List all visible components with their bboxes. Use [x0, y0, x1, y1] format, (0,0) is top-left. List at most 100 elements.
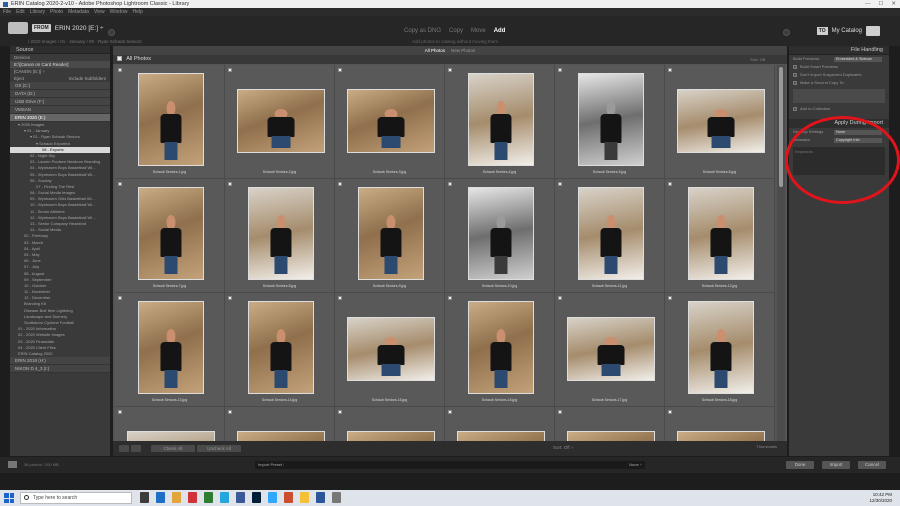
import-preset-select[interactable]: Import Preset : None ÷	[255, 461, 645, 469]
mode-add[interactable]: Add	[494, 28, 506, 34]
taskbar-clock[interactable]: 10:42 PM 12/30/2020	[869, 492, 892, 504]
photo-checkbox[interactable]	[668, 182, 672, 186]
photo-cell[interactable]: Schaub Seniors-8.jpg	[225, 179, 335, 293]
photo-thumbnail[interactable]	[468, 187, 534, 280]
second-copy-checkbox[interactable]: Make a Second Copy To:	[789, 79, 889, 87]
build-previews-select[interactable]: Embedded & Sidecar	[834, 56, 882, 62]
photo-cell[interactable]: Schaub Seniors-17.jpg	[555, 293, 665, 407]
menu-library[interactable]: Library	[30, 8, 45, 16]
photo-checkbox[interactable]	[228, 68, 232, 72]
source-name[interactable]: ERIN 2020 [E:] ÷	[55, 25, 104, 32]
photo-thumbnail[interactable]	[578, 187, 644, 280]
uncheck-all-button[interactable]: Uncheck All	[197, 445, 241, 452]
photo-thumbnail[interactable]	[468, 73, 534, 166]
volume-item[interactable]: ERIN 2018 (H:)	[10, 357, 110, 366]
taskbar-search-input[interactable]: Type here to search	[20, 492, 132, 504]
photo-cell[interactable]	[665, 407, 775, 441]
taskbar-app-icon[interactable]	[204, 492, 213, 503]
minimize-button[interactable]: —	[865, 0, 871, 8]
tab-new-photos[interactable]: New Photos	[451, 46, 475, 55]
taskbar-app-icon[interactable]	[316, 492, 325, 503]
device-item-2[interactable]: [CANON (E:)] ÷	[10, 68, 110, 75]
volume-item[interactable]: OS (C:)	[10, 82, 110, 90]
photo-cell[interactable]: Schaub Seniors-4.jpg	[445, 65, 555, 179]
taskbar-app-icon[interactable]	[236, 492, 245, 503]
import-source[interactable]: FROM ERIN 2020 [E:] ÷	[8, 22, 103, 34]
taskbar-app-icon[interactable]	[156, 492, 165, 503]
photo-checkbox[interactable]	[118, 410, 122, 414]
volume-item[interactable]: USB Drive (F:)	[10, 98, 110, 106]
photo-checkbox[interactable]	[558, 68, 562, 72]
photo-checkbox[interactable]	[118, 182, 122, 186]
photo-checkbox[interactable]	[338, 296, 342, 300]
import-destination[interactable]: TO My Catalog	[816, 26, 880, 36]
menu-view[interactable]: View	[94, 8, 105, 16]
photo-cell[interactable]: Schaub Seniors-1.jpg	[115, 65, 225, 179]
volume-item[interactable]: NIKON D 4_3 (I:)	[10, 365, 110, 374]
mode-move[interactable]: Move	[471, 28, 486, 34]
filmstrip-icon[interactable]	[8, 461, 17, 468]
photo-cell[interactable]: Schaub Seniors-18.jpg	[665, 293, 775, 407]
photo-cell[interactable]	[115, 407, 225, 441]
mode-copy[interactable]: Copy	[449, 28, 463, 34]
photo-checkbox[interactable]	[558, 182, 562, 186]
photo-checkbox[interactable]	[118, 296, 122, 300]
menu-photo[interactable]: Photo	[50, 8, 63, 16]
menu-metadata[interactable]: Metadata	[68, 8, 89, 16]
photo-checkbox[interactable]	[448, 296, 452, 300]
duplicates-checkbox[interactable]: Don't Import Suspected Duplicates	[789, 71, 889, 79]
photo-thumbnail[interactable]	[567, 431, 655, 441]
photo-thumbnail[interactable]	[138, 301, 204, 394]
photo-thumbnail[interactable]	[688, 301, 754, 394]
right-arrow-icon[interactable]	[783, 29, 790, 36]
photo-thumbnail[interactable]	[347, 89, 435, 153]
photo-cell[interactable]: Schaub Seniors-16.jpg	[445, 293, 555, 407]
photo-cell[interactable]: Schaub Seniors-15.jpg	[335, 293, 445, 407]
menu-window[interactable]: Window	[110, 8, 128, 16]
grid-scrollbar[interactable]	[777, 65, 785, 441]
photo-thumbnail[interactable]	[358, 187, 424, 280]
photo-thumbnail[interactable]	[468, 301, 534, 394]
mode-copy-dng[interactable]: Copy as DNG	[404, 28, 441, 34]
photo-thumbnail[interactable]	[578, 73, 644, 166]
check-all-button[interactable]: Check All	[151, 445, 195, 452]
taskbar-app-icon[interactable]	[172, 492, 181, 503]
volume-item[interactable]: DATA (D:)	[10, 90, 110, 98]
photo-cell[interactable]: Schaub Seniors-6.jpg	[665, 65, 775, 179]
photo-checkbox[interactable]	[228, 296, 232, 300]
file-handling-header[interactable]: File Handling	[789, 46, 889, 55]
photo-thumbnail[interactable]	[248, 301, 314, 394]
menu-help[interactable]: Help	[132, 8, 142, 16]
photo-checkbox[interactable]	[448, 68, 452, 72]
photo-checkbox[interactable]	[228, 410, 232, 414]
photo-checkbox[interactable]	[448, 182, 452, 186]
photo-cell[interactable]	[555, 407, 665, 441]
taskbar-app-icon[interactable]	[300, 492, 309, 503]
photo-cell[interactable]: Schaub Seniors-3.jpg	[335, 65, 445, 179]
grid-sort-label[interactable]: Sort: Off	[750, 55, 765, 64]
photo-cell[interactable]	[335, 407, 445, 441]
import-button[interactable]: Import	[822, 461, 850, 469]
photo-thumbnail[interactable]	[138, 73, 204, 166]
photo-cell[interactable]: Schaub Seniors-14.jpg	[225, 293, 335, 407]
photo-checkbox[interactable]	[338, 68, 342, 72]
photo-checkbox[interactable]	[448, 410, 452, 414]
photo-checkbox[interactable]	[338, 182, 342, 186]
taskbar-app-icon[interactable]	[284, 492, 293, 503]
photo-checkbox[interactable]	[668, 68, 672, 72]
taskbar-app-icon[interactable]	[268, 492, 277, 503]
left-arrow-icon[interactable]	[108, 29, 115, 36]
second-copy-field[interactable]	[793, 89, 885, 103]
close-button[interactable]: ✕	[891, 0, 896, 8]
add-collection-checkbox[interactable]: Add to Collection	[789, 105, 889, 113]
taskbar-app-icon[interactable]	[188, 492, 197, 503]
thumbnails-slider[interactable]: Thumbnails	[756, 444, 777, 449]
photo-cell[interactable]: Schaub Seniors-11.jpg	[555, 179, 665, 293]
photo-cell[interactable]	[445, 407, 555, 441]
sort-dropdown[interactable]: Sort: Off ÷	[553, 445, 573, 450]
source-panel-header[interactable]: Source	[10, 46, 110, 54]
photo-thumbnail[interactable]	[677, 431, 765, 441]
photo-checkbox[interactable]	[668, 296, 672, 300]
photo-thumbnail[interactable]	[688, 187, 754, 280]
taskbar-app-icon[interactable]	[332, 492, 341, 503]
